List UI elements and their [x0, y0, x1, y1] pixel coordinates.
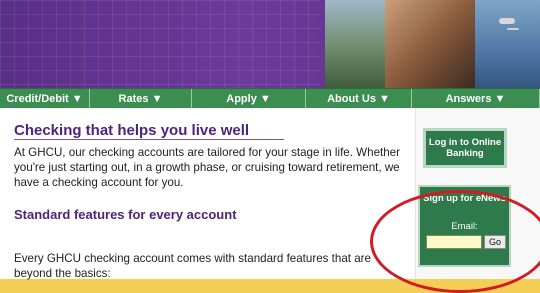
- bridge-photo: [325, 0, 385, 88]
- site-header: [0, 0, 540, 88]
- title-underline: [14, 139, 284, 140]
- main-content: Checking that helps you live well At GHC…: [0, 108, 415, 280]
- nav-credit-debit[interactable]: Credit/Debit ▼: [0, 89, 90, 109]
- features-paragraph: Every GHCU checking account comes with s…: [14, 252, 371, 280]
- go-button[interactable]: Go: [484, 235, 506, 249]
- page-title: Checking that helps you live well: [14, 122, 250, 139]
- main-nav: Credit/Debit ▼ Rates ▼ Apply ▼ About Us …: [0, 88, 540, 109]
- nav-rates[interactable]: Rates ▼: [90, 89, 192, 109]
- nav-apply[interactable]: Apply ▼: [192, 89, 306, 109]
- nav-about-us[interactable]: About Us ▼: [306, 89, 412, 109]
- people-photo: [385, 0, 475, 88]
- login-label: Log in to Online Banking: [428, 137, 502, 159]
- header-grid-pattern: [0, 0, 320, 88]
- nav-answers[interactable]: Answers ▼: [412, 89, 540, 109]
- section-heading: Standard features for every account: [14, 207, 237, 222]
- enews-signup-box: Sign up for eNews Email: Go: [418, 185, 511, 267]
- online-banking-login-button[interactable]: Log in to Online Banking: [423, 128, 507, 168]
- email-label: Email:: [451, 221, 478, 232]
- sidebar: Log in to Online Banking Sign up for eNe…: [415, 108, 540, 279]
- email-input[interactable]: [426, 235, 482, 249]
- intro-paragraph: At GHCU, our checking accounts are tailo…: [14, 146, 400, 189]
- space-needle-photo: [475, 0, 540, 88]
- enews-title: Sign up for eNews: [423, 193, 506, 204]
